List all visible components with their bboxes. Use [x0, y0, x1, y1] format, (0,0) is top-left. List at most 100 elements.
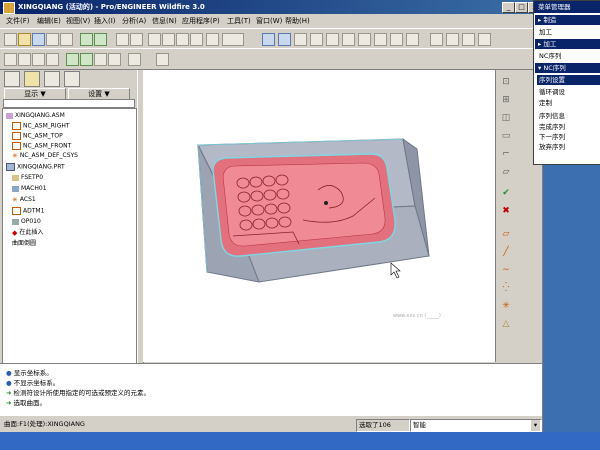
datum-plane-tool-icon[interactable]: ▱ — [500, 228, 512, 240]
saved-views-icon[interactable] — [374, 33, 387, 46]
volume-icon[interactable]: ▱ — [500, 166, 512, 178]
reorient-icon[interactable] — [358, 33, 371, 46]
menu-insert[interactable]: 插入(I) — [94, 16, 116, 26]
tree-item[interactable]: ✳ NC_ASM_DEF_CSYS — [12, 152, 78, 160]
menu-manager-item-customize[interactable]: 定制 — [539, 98, 552, 108]
menu-view[interactable]: 视图(V) — [66, 16, 90, 26]
menu-manager-header-machining[interactable]: ▸ 加工 — [535, 39, 600, 49]
cut-icon[interactable] — [148, 33, 161, 46]
confirm-icon[interactable]: ✔ — [500, 187, 512, 199]
filter-select[interactable]: 智能 ▾ — [410, 419, 542, 432]
menu-edit[interactable]: 编辑(E) — [37, 16, 61, 26]
nc-check-icon[interactable] — [80, 53, 93, 66]
menu-manager-item-play-path[interactable]: 循环调设 — [539, 87, 565, 97]
datum-axis-icon[interactable] — [18, 53, 31, 66]
menu-manager-item-done-seq[interactable]: 完成序列 — [539, 122, 565, 132]
datum-plane-icon — [12, 207, 21, 215]
tree-item[interactable]: ✳ ACS1 — [12, 196, 36, 204]
tree-item[interactable]: NC_ASM_RIGHT — [12, 122, 70, 131]
print-icon[interactable] — [46, 33, 59, 46]
menu-info[interactable]: 信息(N) — [152, 16, 177, 26]
menu-manager-item-seq-info[interactable]: 序列信息 — [539, 111, 565, 121]
menu-tools[interactable]: 工具(T) — [227, 16, 251, 26]
menu-manager-header-nc-sequence[interactable]: ▾ NC序列 — [535, 63, 600, 73]
material-removal-icon[interactable] — [94, 53, 107, 66]
wireframe-icon[interactable] — [430, 33, 443, 46]
menu-manager-header-manufacture[interactable]: ▸ 制造 — [535, 15, 600, 25]
tree-item[interactable]: 曲面倒圆 — [12, 240, 36, 248]
save-icon[interactable] — [32, 33, 45, 46]
tool-manager-icon[interactable] — [128, 53, 141, 66]
copy-icon[interactable] — [162, 33, 175, 46]
send-mail-icon[interactable] — [60, 33, 73, 46]
engrave-icon[interactable]: ▭ — [500, 130, 512, 142]
datum-csys-icon[interactable] — [46, 53, 59, 66]
regenerate-icon[interactable] — [80, 33, 93, 46]
analysis-icon[interactable]: △ — [500, 318, 512, 330]
view-manager-icon[interactable] — [406, 33, 419, 46]
menu-manager-item-next-seq[interactable]: 下一序列 — [539, 132, 565, 142]
paste-special-icon[interactable] — [190, 33, 203, 46]
selection-filter-dropdown[interactable] — [222, 33, 244, 46]
menu-manager-item-quit-seq[interactable]: 放弃序列 — [539, 142, 565, 152]
new-file-icon[interactable] — [4, 33, 17, 46]
no-hidden-icon[interactable] — [462, 33, 475, 46]
tree-item[interactable]: ◆ 在此插入 — [12, 229, 43, 237]
menu-applications[interactable]: 应用程序(P) — [182, 16, 220, 26]
model-tree-tab[interactable] — [4, 71, 20, 87]
mill-icon[interactable]: ⊡ — [500, 76, 512, 88]
menu-help[interactable]: 帮助(H) — [285, 16, 310, 26]
message-line: ➜ 选取曲面。 — [6, 399, 47, 407]
shading-icon[interactable] — [478, 33, 491, 46]
zoom-in-icon[interactable] — [310, 33, 323, 46]
csys-icon[interactable]: ✳ — [500, 300, 512, 312]
tree-item[interactable]: NC_ASM_FRONT — [12, 142, 71, 151]
drill-icon[interactable]: ⊞ — [500, 94, 512, 106]
mfg-setup-icon[interactable] — [66, 53, 79, 66]
folder-browser-tab[interactable] — [24, 71, 40, 87]
curve-icon[interactable]: ∼ — [500, 264, 512, 276]
favorites-tab[interactable] — [44, 71, 60, 87]
datum-plane-icon[interactable] — [4, 53, 17, 66]
spin-center-icon[interactable] — [278, 33, 291, 46]
cl-data-icon[interactable] — [108, 53, 121, 66]
menu-file[interactable]: 文件(F) — [6, 16, 30, 26]
open-file-icon[interactable] — [18, 33, 31, 46]
refit-icon[interactable] — [342, 33, 355, 46]
turn-icon[interactable]: ◫ — [500, 112, 512, 124]
maximize-button[interactable]: □ — [515, 2, 528, 13]
cancel-icon[interactable]: ✖ — [500, 205, 512, 217]
layers-icon[interactable] — [390, 33, 403, 46]
tree-item[interactable]: FSETP0 — [12, 174, 43, 182]
menu-analysis[interactable]: 分析(A) — [122, 16, 146, 26]
find-icon[interactable] — [206, 33, 219, 46]
hidden-line-icon[interactable] — [446, 33, 459, 46]
undo-icon[interactable] — [116, 33, 129, 46]
tree-item[interactable]: MACH01 — [12, 185, 47, 193]
graphics-window[interactable]: www.xxx.cn (_____) — [143, 70, 495, 362]
orient-mode-icon[interactable] — [294, 33, 307, 46]
navigator-filter-input[interactable] — [3, 99, 135, 108]
trajectory-icon[interactable]: ⌐ — [500, 148, 512, 160]
repaint-icon[interactable] — [262, 33, 275, 46]
sketch-icon[interactable]: ╱ — [500, 246, 512, 258]
tree-item[interactable]: ADTM1 — [12, 207, 44, 216]
context-help-icon[interactable] — [156, 53, 169, 66]
menu-window[interactable]: 窗口(W) — [256, 16, 282, 26]
tree-item[interactable]: OP010 — [12, 218, 41, 226]
model-tree-icon[interactable] — [94, 33, 107, 46]
connections-tab[interactable] — [64, 71, 80, 87]
menu-manager-item-nc-sequence[interactable]: NC序列 — [539, 51, 561, 61]
menu-manager-item-machining[interactable]: 加工 — [539, 27, 552, 37]
paste-icon[interactable] — [176, 33, 189, 46]
tree-item[interactable]: XINGQIANG.PRT — [6, 163, 65, 172]
app-icon — [3, 2, 15, 14]
redo-icon[interactable] — [130, 33, 143, 46]
menu-manager-item-seq-setup[interactable]: 序列设置 — [537, 75, 600, 85]
point-icon[interactable]: ⁛ — [500, 282, 512, 294]
zoom-out-icon[interactable] — [326, 33, 339, 46]
tree-item[interactable]: XINGQIANG.ASM — [6, 112, 65, 120]
minimize-button[interactable]: _ — [502, 2, 515, 13]
datum-point-icon[interactable] — [32, 53, 45, 66]
tree-item[interactable]: NC_ASM_TOP — [12, 132, 63, 141]
